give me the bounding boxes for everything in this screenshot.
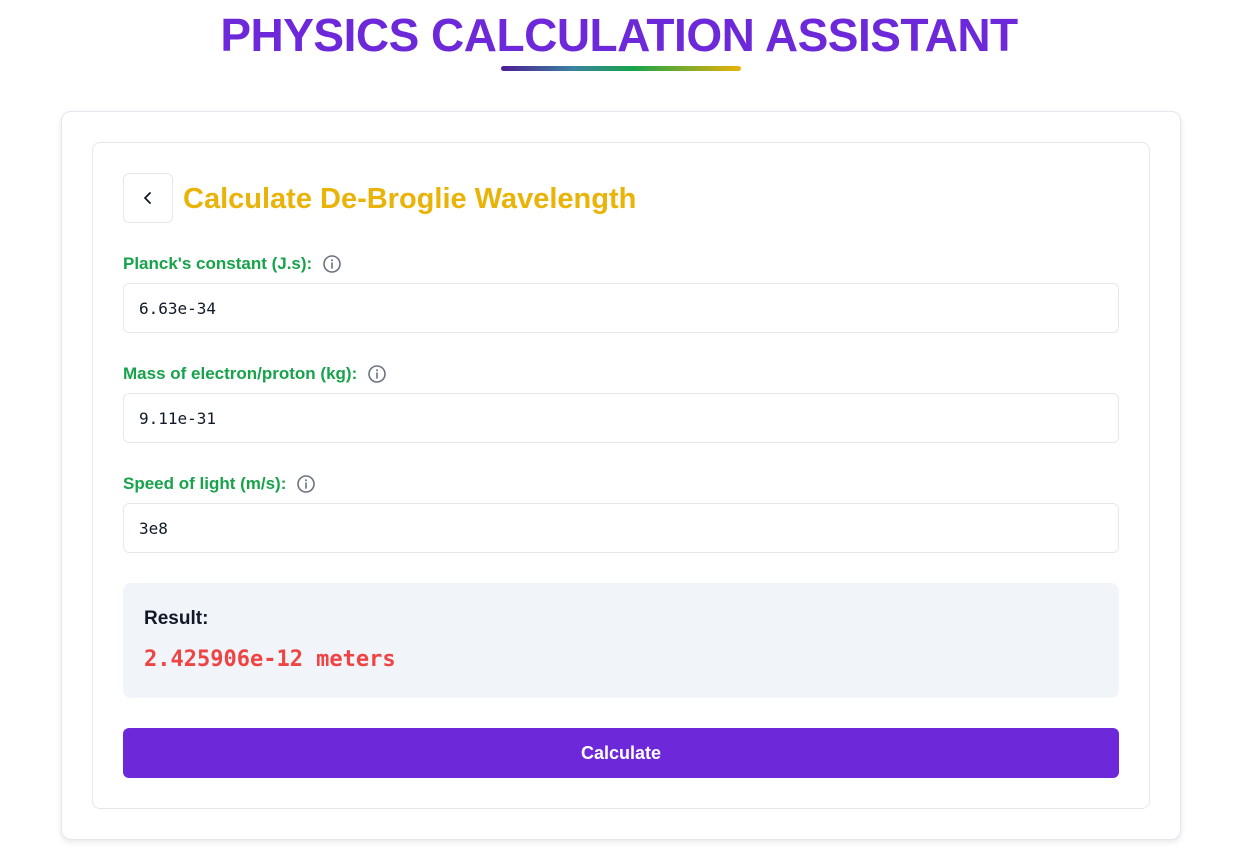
planck-constant-input[interactable] — [123, 283, 1119, 333]
calculate-button[interactable]: Calculate — [123, 728, 1119, 778]
info-icon[interactable] — [367, 364, 387, 384]
calculator-title: Calculate De-Broglie Wavelength — [183, 183, 637, 215]
info-icon[interactable] — [296, 474, 316, 494]
result-box: Result: 2.425906e-12 meters — [123, 583, 1119, 698]
field-label-planck: Planck's constant (J.s): — [123, 253, 342, 275]
speed-input[interactable] — [123, 503, 1119, 553]
result-label: Result: — [144, 608, 209, 629]
field-label-text: Planck's constant (J.s): — [123, 254, 313, 273]
app-title: PHYSICS CALCULATION ASSISTANT — [220, 9, 1018, 61]
title-underline — [501, 66, 741, 71]
back-button[interactable] — [123, 173, 173, 223]
field-label-mass: Mass of electron/proton (kg): — [123, 363, 387, 385]
chevron-left-icon — [144, 192, 151, 204]
field-label-speed: Speed of light (m/s): — [123, 473, 316, 495]
field-label-text: Speed of light (m/s): — [123, 474, 287, 493]
field-label-text: Mass of electron/proton (kg): — [123, 364, 358, 383]
result-value: 2.425906e-12 meters — [144, 647, 396, 672]
info-icon[interactable] — [322, 254, 342, 274]
mass-input[interactable] — [123, 393, 1119, 443]
